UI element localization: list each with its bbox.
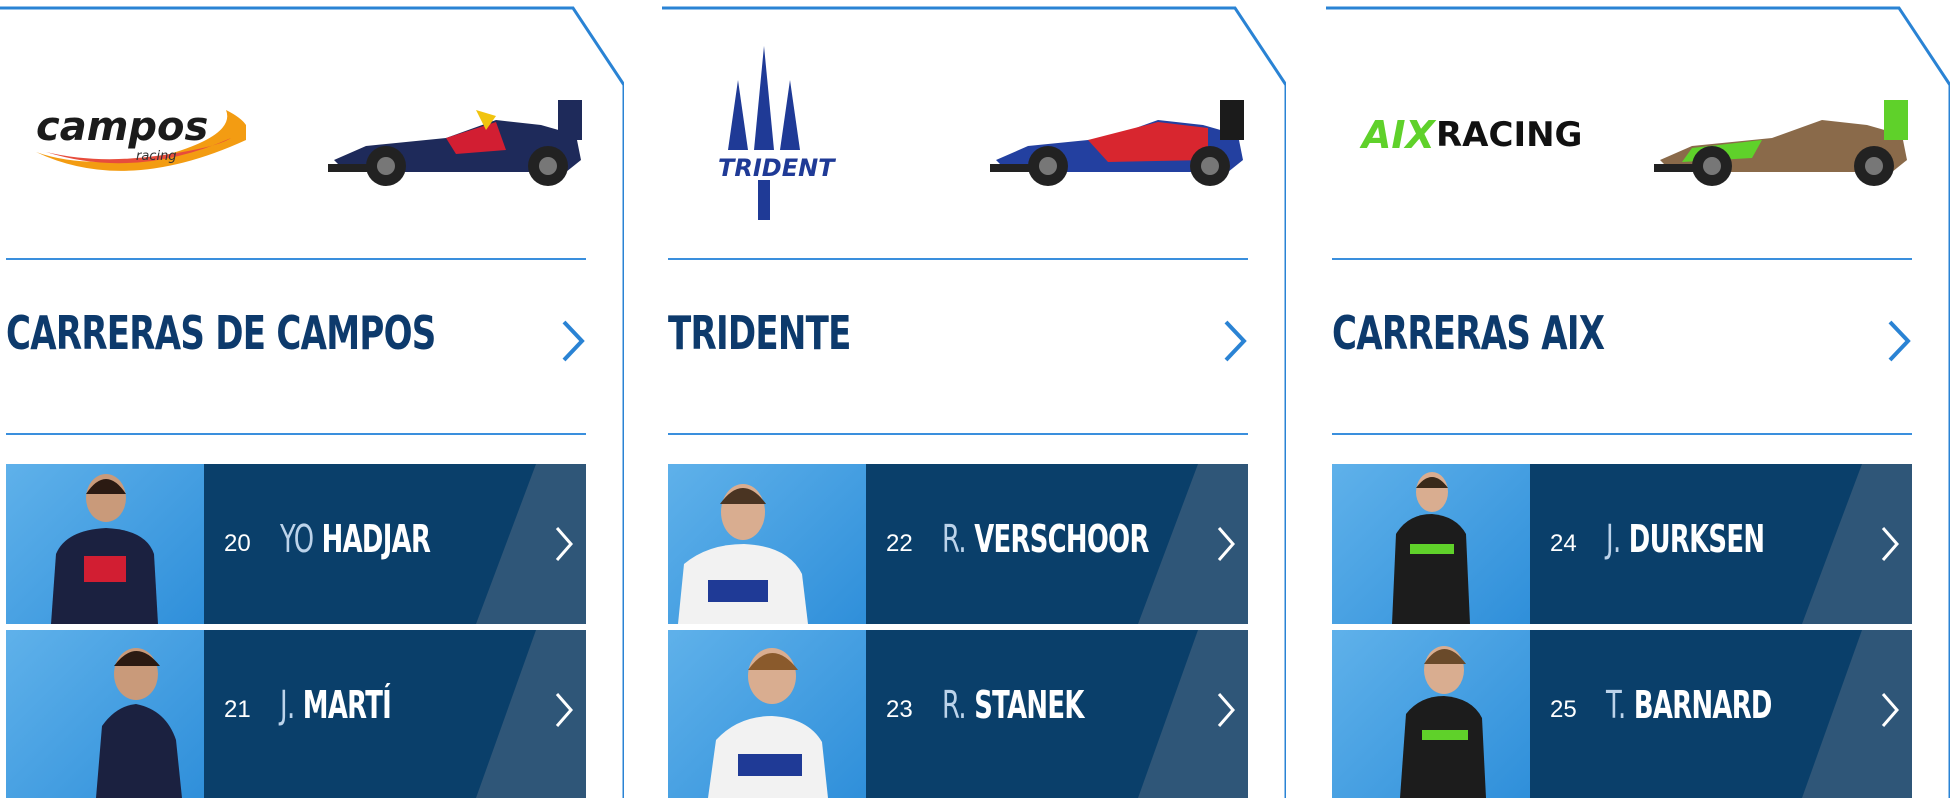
driver-number: 20 [224, 530, 251, 557]
chevron-right-icon[interactable] [554, 524, 574, 564]
driver-photo [668, 464, 866, 624]
divider [668, 433, 1248, 435]
race-car-image [990, 100, 1244, 186]
chevron-right-icon[interactable] [1880, 690, 1900, 730]
divider [1332, 258, 1912, 260]
driver-photo [1332, 464, 1530, 624]
team-name[interactable]: CARRERAS AIX [1332, 310, 1605, 356]
driver-row[interactable]: 21 J. MARTÍ [6, 630, 586, 798]
team-logos: campos racing [6, 40, 586, 220]
driver-number: 25 [1550, 696, 1577, 723]
race-car-image [1654, 100, 1908, 186]
driver-number: 22 [886, 530, 913, 557]
divider [668, 258, 1248, 260]
divider [6, 258, 586, 260]
svg-text:AIX: AIX [1359, 113, 1437, 157]
trident-logo: TRIDENT [718, 46, 836, 220]
driver-photo [6, 630, 204, 798]
team-card-trident[interactable]: TRIDENT TRIDENTE 22 R. VERSCHOOR 23 R. S… [662, 0, 1286, 798]
team-name[interactable]: CARRERAS DE CAMPOS [6, 310, 436, 356]
race-car-image [328, 100, 582, 186]
driver-photo [6, 464, 204, 624]
driver-number: 24 [1550, 530, 1577, 557]
driver-number: 21 [224, 696, 251, 723]
chevron-right-icon[interactable] [554, 690, 574, 730]
driver-row[interactable]: 20 YO HADJAR [6, 464, 586, 624]
chevron-right-icon[interactable] [560, 318, 586, 364]
driver-name: R. STANEK [942, 683, 1084, 727]
svg-text:racing: racing [136, 149, 177, 164]
driver-photo [668, 630, 866, 798]
svg-text:TRIDENT: TRIDENT [718, 154, 836, 182]
driver-name: YO HADJAR [280, 517, 431, 561]
chevron-right-icon[interactable] [1222, 318, 1248, 364]
team-card-aix[interactable]: AIX RACING CARRERAS AIX 24 J. DURKSEN 25… [1326, 0, 1950, 798]
divider [1332, 433, 1912, 435]
chevron-right-icon[interactable] [1880, 524, 1900, 564]
chevron-right-icon[interactable] [1216, 690, 1236, 730]
team-logos: AIX RACING [1332, 40, 1912, 220]
team-name[interactable]: TRIDENTE [668, 310, 851, 356]
driver-row[interactable]: 25 T. BARNARD [1332, 630, 1912, 798]
chevron-right-icon[interactable] [1216, 524, 1236, 564]
driver-photo [1332, 630, 1530, 798]
driver-name: J. MARTÍ [280, 683, 392, 727]
team-card-campos[interactable]: campos racing CARRERAS DE CAMPOS 20 YO H… [0, 0, 624, 798]
aix-racing-wordmark: RACING [1436, 115, 1582, 155]
chevron-right-icon[interactable] [1886, 318, 1912, 364]
driver-row[interactable]: 24 J. DURKSEN [1332, 464, 1912, 624]
svg-text:RACING: RACING [1436, 115, 1582, 155]
team-logos: TRIDENT [668, 40, 1248, 220]
divider [6, 433, 586, 435]
driver-row[interactable]: 23 R. STANEK [668, 630, 1248, 798]
driver-number: 23 [886, 696, 913, 723]
driver-name: R. VERSCHOOR [942, 517, 1149, 561]
driver-row[interactable]: 22 R. VERSCHOOR [668, 464, 1248, 624]
svg-text:campos: campos [36, 104, 208, 150]
driver-name: J. DURKSEN [1606, 517, 1765, 561]
driver-name: T. BARNARD [1606, 683, 1772, 727]
campos-racing-logo: campos racing [36, 104, 246, 171]
